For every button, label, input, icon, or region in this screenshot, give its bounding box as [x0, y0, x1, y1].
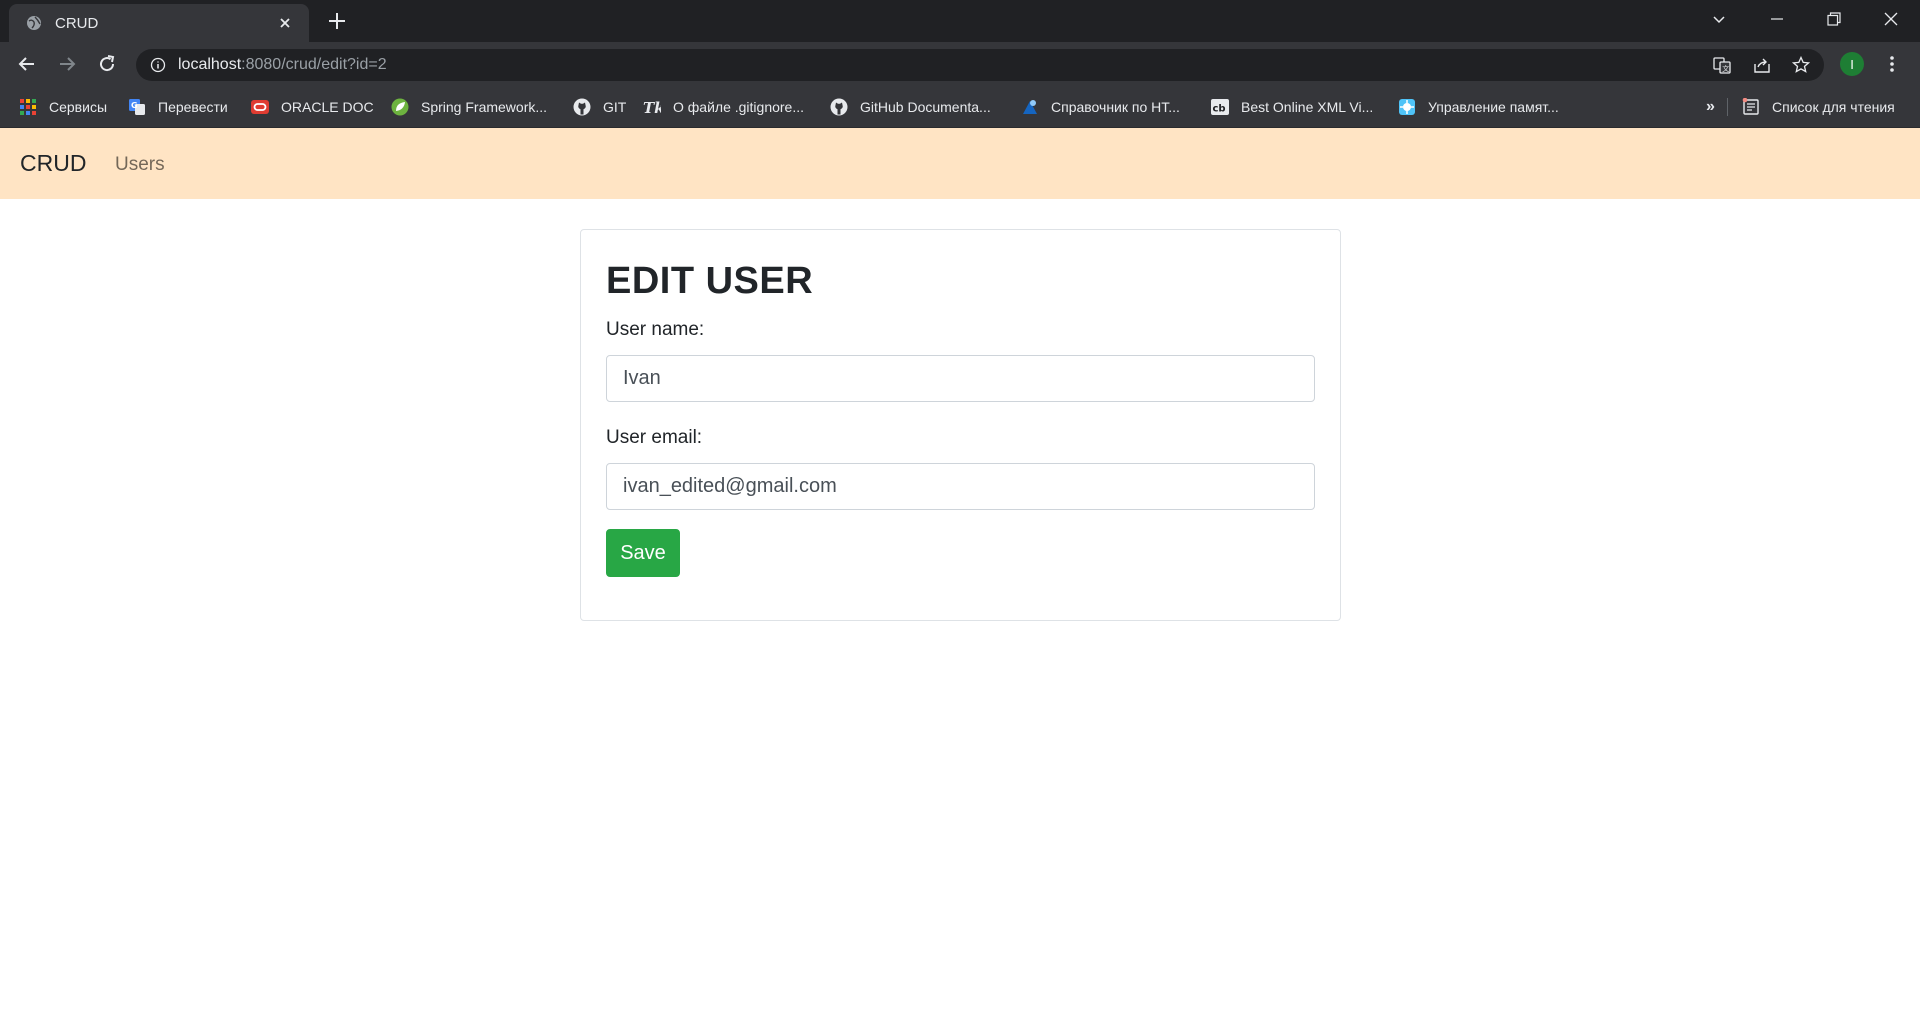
bookmark-item[interactable]: Spring Framework...	[391, 97, 547, 117]
bookmark-label: Spring Framework...	[421, 99, 548, 115]
minimize-icon[interactable]	[1748, 0, 1806, 38]
bookmark-item[interactable]: cb Best Online XML Vi...	[1211, 97, 1373, 117]
bookmark-item[interactable]: G Перевести	[128, 97, 228, 117]
github-icon	[830, 98, 848, 116]
bookmark-label: Сервисы	[49, 99, 108, 115]
profile-avatar[interactable]: I	[1840, 52, 1864, 76]
restore-icon[interactable]	[1805, 0, 1863, 38]
nav-link-users[interactable]: Users	[115, 154, 165, 176]
user-name-input[interactable]	[606, 355, 1315, 402]
bookmark-item[interactable]: Справочник по HT...	[1021, 97, 1180, 117]
save-button[interactable]: Save	[606, 529, 680, 577]
more-menu-icon[interactable]	[1882, 52, 1902, 76]
bookmark-item[interactable]: Сервисы	[19, 97, 107, 117]
reading-list-icon	[1742, 98, 1759, 115]
user-name-label: User name:	[606, 319, 705, 340]
google-translate-icon: G	[129, 99, 145, 115]
more-bookmarks-button[interactable]: »	[1706, 97, 1715, 117]
cb-icon: cb	[1211, 99, 1229, 115]
close-tab-icon[interactable]	[275, 13, 295, 33]
page-viewport: CRUD Users EDIT USER User name: User ema…	[0, 128, 1920, 1017]
globe-icon	[27, 16, 41, 30]
edit-user-card: EDIT USER User name: User email: Save	[580, 229, 1341, 621]
new-tab-icon[interactable]	[326, 10, 348, 32]
share-icon[interactable]	[1752, 55, 1772, 75]
navbar-brand[interactable]: CRUD	[20, 150, 86, 177]
reload-icon[interactable]	[93, 50, 121, 78]
back-icon[interactable]	[13, 50, 41, 78]
bookmark-label: Справочник по HT...	[1051, 99, 1180, 115]
bookmarks-bar: Сервисы G Перевести ORACLE DOC Spring Fr…	[0, 86, 1920, 128]
user-email-label: User email:	[606, 427, 703, 448]
tab-title: CRUD	[55, 15, 99, 32]
bookmark-label: GitHub Documenta...	[860, 99, 991, 115]
bookmark-label: Управление памят...	[1428, 99, 1559, 115]
bookmarks-divider	[1727, 98, 1728, 116]
bookmark-label: ORACLE DOC	[281, 99, 374, 115]
apps-grid-icon	[20, 99, 36, 115]
browser-tab[interactable]: CRUD	[9, 4, 309, 42]
bookmark-item[interactable]: ORACLE DOC	[251, 97, 374, 117]
bookmark-label: О файле .gitignore...	[673, 99, 805, 115]
svg-text:cb: cb	[1213, 104, 1226, 115]
bookmark-item[interactable]: GIT	[573, 97, 626, 117]
browser-titlebar: CRUD	[0, 0, 1920, 42]
site-navbar: CRUD Users	[0, 128, 1920, 199]
svg-text:文: 文	[1722, 64, 1729, 73]
bookmark-label: Best Online XML Vi...	[1241, 99, 1374, 115]
github-icon	[573, 98, 591, 116]
bookmark-label: Перевести	[158, 99, 228, 115]
html-ref-icon	[1023, 100, 1037, 114]
svg-text:G: G	[131, 101, 138, 110]
reading-list-label: Список для чтения	[1772, 99, 1895, 115]
spring-leaf-icon	[391, 98, 409, 116]
tab-search-icon[interactable]	[1690, 0, 1748, 38]
forward-icon[interactable]	[53, 50, 81, 78]
bookmark-item[interactable]: Управление памят...	[1398, 97, 1559, 117]
svg-text:Tk: Tk	[643, 99, 661, 116]
memory-icon	[1399, 99, 1415, 115]
browser-toolbar: localhost:8080/crud/edit?id=2 文 I	[0, 42, 1920, 86]
site-info-icon[interactable]	[150, 57, 166, 73]
address-bar[interactable]: localhost:8080/crud/edit?id=2 文	[136, 49, 1824, 81]
bookmark-star-icon[interactable]	[1791, 55, 1811, 75]
bookmark-label: GIT	[603, 99, 627, 115]
page-title: EDIT USER	[606, 260, 814, 302]
close-window-icon[interactable]	[1862, 0, 1920, 38]
reading-list-button[interactable]: Список для чтения	[1742, 97, 1895, 117]
bookmark-item[interactable]: GitHub Documenta...	[830, 97, 991, 117]
url-text[interactable]: localhost:8080/crud/edit?id=2	[178, 56, 387, 74]
oracle-icon	[251, 100, 269, 114]
tk-icon: Tk	[643, 99, 661, 116]
bookmark-item[interactable]: Tk О файле .gitignore...	[643, 97, 804, 117]
user-email-input[interactable]	[606, 463, 1315, 510]
translate-icon[interactable]: 文	[1712, 55, 1732, 75]
